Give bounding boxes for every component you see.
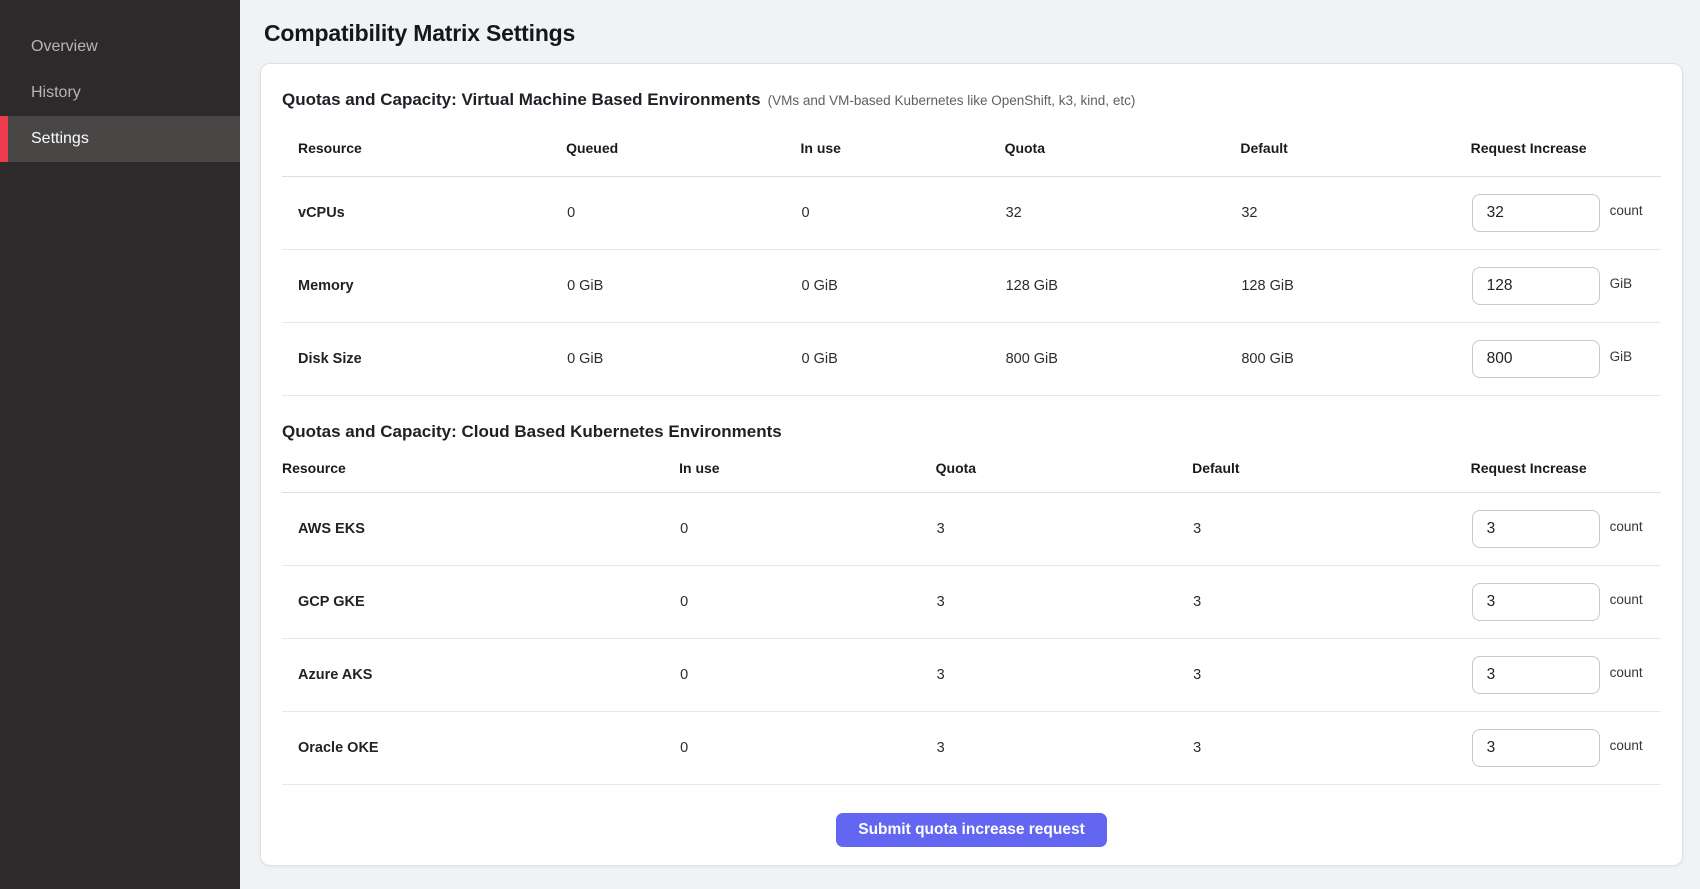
- default-value: 3: [1192, 493, 1471, 566]
- table-row-vcpus: vCPUs 0 0 32 32 count: [282, 177, 1661, 250]
- sidebar-item-overview[interactable]: Overview: [0, 24, 240, 70]
- submit-quota-increase-button[interactable]: Submit quota increase request: [836, 813, 1107, 847]
- table-row-gcp-gke: GCP GKE 0 3 3 count: [282, 566, 1661, 639]
- resource-name: AWS EKS: [282, 493, 679, 566]
- quota-value: 32: [1005, 177, 1241, 250]
- quota-value: 800 GiB: [1005, 323, 1241, 396]
- vm-section-title-text: Quotas and Capacity: Virtual Machine Bas…: [282, 90, 761, 109]
- request-increase-cell: count: [1472, 194, 1660, 232]
- resource-name: Memory: [282, 250, 566, 323]
- unit-label: count: [1610, 519, 1643, 534]
- request-increase-cell: count: [1472, 656, 1660, 694]
- vm-section-subtitle: (VMs and VM-based Kubernetes like OpenSh…: [768, 93, 1136, 108]
- unit-label: count: [1610, 665, 1643, 680]
- gcp-gke-request-input[interactable]: [1472, 583, 1600, 621]
- table-row-azure-aks: Azure AKS 0 3 3 count: [282, 639, 1661, 712]
- vm-quota-table: Resource Queued In use Quota Default Req…: [282, 136, 1661, 396]
- vcpus-request-input[interactable]: [1472, 194, 1600, 232]
- submit-row: Submit quota increase request: [282, 813, 1661, 847]
- in-use-value: 0: [800, 177, 1004, 250]
- unit-label: GiB: [1610, 349, 1633, 364]
- default-value: 128 GiB: [1240, 250, 1470, 323]
- quota-value: 3: [936, 712, 1192, 785]
- queued-value: 0: [566, 177, 800, 250]
- resource-name: Disk Size: [282, 323, 566, 396]
- in-use-value: 0: [679, 566, 935, 639]
- in-use-value: 0: [679, 639, 935, 712]
- column-header-quota: Quota: [1005, 136, 1241, 177]
- quota-value: 3: [936, 493, 1192, 566]
- request-increase-cell: count: [1472, 583, 1660, 621]
- queued-value: 0 GiB: [566, 250, 800, 323]
- resource-name: vCPUs: [282, 177, 566, 250]
- column-header-request-increase: Request Increase: [1471, 452, 1661, 493]
- request-increase-cell: count: [1472, 510, 1660, 548]
- queued-value: 0 GiB: [566, 323, 800, 396]
- aws-eks-request-input[interactable]: [1472, 510, 1600, 548]
- resource-name: GCP GKE: [282, 566, 679, 639]
- in-use-value: 0 GiB: [800, 323, 1004, 396]
- cloud-table-header-row: Resource In use Quota Default Request In…: [282, 452, 1661, 493]
- request-increase-cell: count: [1472, 729, 1660, 767]
- unit-label: count: [1610, 592, 1643, 607]
- vm-section-title: Quotas and Capacity: Virtual Machine Bas…: [282, 90, 1661, 110]
- table-row-disk-size: Disk Size 0 GiB 0 GiB 800 GiB 800 GiB Gi…: [282, 323, 1661, 396]
- request-increase-cell: GiB: [1472, 340, 1660, 378]
- page-title: Compatibility Matrix Settings: [264, 20, 1683, 47]
- in-use-value: 0: [679, 493, 935, 566]
- vm-table-header-row: Resource Queued In use Quota Default Req…: [282, 136, 1661, 177]
- resource-name: Azure AKS: [282, 639, 679, 712]
- memory-request-input[interactable]: [1472, 267, 1600, 305]
- table-row-memory: Memory 0 GiB 0 GiB 128 GiB 128 GiB GiB: [282, 250, 1661, 323]
- default-value: 800 GiB: [1240, 323, 1470, 396]
- azure-aks-request-input[interactable]: [1472, 656, 1600, 694]
- column-header-request-increase: Request Increase: [1471, 136, 1661, 177]
- in-use-value: 0 GiB: [800, 250, 1004, 323]
- column-header-in-use: In use: [679, 452, 935, 493]
- default-value: 3: [1192, 566, 1471, 639]
- default-value: 3: [1192, 712, 1471, 785]
- sidebar-nav: Overview History Settings: [0, 24, 240, 162]
- column-header-in-use: In use: [800, 136, 1004, 177]
- default-value: 3: [1192, 639, 1471, 712]
- unit-label: GiB: [1610, 276, 1633, 291]
- column-header-resource: Resource: [282, 136, 566, 177]
- unit-label: count: [1610, 203, 1643, 218]
- column-header-default: Default: [1240, 136, 1470, 177]
- request-increase-cell: GiB: [1472, 267, 1660, 305]
- quota-value: 3: [936, 639, 1192, 712]
- table-row-aws-eks: AWS EKS 0 3 3 count: [282, 493, 1661, 566]
- settings-card: Quotas and Capacity: Virtual Machine Bas…: [260, 63, 1683, 866]
- sidebar-item-settings[interactable]: Settings: [0, 116, 240, 162]
- unit-label: count: [1610, 738, 1643, 753]
- quota-value: 128 GiB: [1005, 250, 1241, 323]
- column-header-queued: Queued: [566, 136, 800, 177]
- default-value: 32: [1240, 177, 1470, 250]
- sidebar-item-history[interactable]: History: [0, 70, 240, 116]
- column-header-resource: Resource: [282, 452, 679, 493]
- disk-size-request-input[interactable]: [1472, 340, 1600, 378]
- column-header-quota: Quota: [936, 452, 1192, 493]
- sidebar: Overview History Settings: [0, 0, 240, 889]
- resource-name: Oracle OKE: [282, 712, 679, 785]
- oracle-oke-request-input[interactable]: [1472, 729, 1600, 767]
- column-header-default: Default: [1192, 452, 1471, 493]
- table-row-oracle-oke: Oracle OKE 0 3 3 count: [282, 712, 1661, 785]
- main-content: Compatibility Matrix Settings Quotas and…: [240, 0, 1700, 889]
- cloud-k8s-quota-table: Resource In use Quota Default Request In…: [282, 452, 1661, 785]
- quota-value: 3: [936, 566, 1192, 639]
- in-use-value: 0: [679, 712, 935, 785]
- cloud-section-title: Quotas and Capacity: Cloud Based Kuberne…: [282, 422, 1661, 442]
